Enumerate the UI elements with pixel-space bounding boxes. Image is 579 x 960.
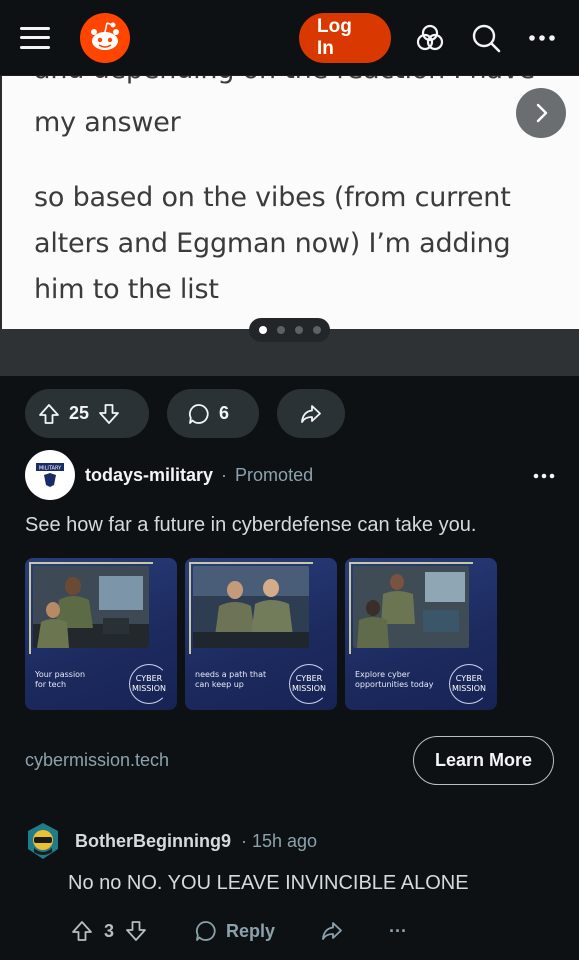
badge-text: CYBER <box>295 674 323 683</box>
cyber-mission-badge: CYBER MISSION <box>289 664 329 704</box>
comment-icon <box>188 403 209 424</box>
advertise-icon[interactable] <box>413 21 447 55</box>
comment-share-button[interactable] <box>319 919 345 943</box>
comment-username[interactable]: BotherBeginning9 <box>75 831 231 852</box>
downvote-icon[interactable] <box>124 919 148 943</box>
badge-text: MISSION <box>291 684 327 693</box>
carousel-slide: and depending on the reaction I have my … <box>2 76 579 329</box>
promo-more-options-icon[interactable] <box>533 466 555 484</box>
post-image-carousel[interactable]: and depending on the reaction I have my … <box>0 76 579 376</box>
carousel-dot[interactable] <box>276 326 285 334</box>
reddit-logo[interactable] <box>80 12 130 63</box>
promoted-post-title[interactable]: See how far a future in cyberdefense can… <box>25 514 476 537</box>
advertiser-avatar[interactable]: MILITARY <box>25 450 75 500</box>
comment-count: 6 <box>219 403 230 423</box>
carousel-dot[interactable] <box>312 326 321 334</box>
carousel-next-button[interactable] <box>516 88 566 138</box>
upvote-icon[interactable] <box>70 919 94 943</box>
promo-image-tile[interactable]: needs a path that can keep up CYBER MISS… <box>185 558 337 710</box>
user-avatar[interactable] <box>25 822 61 860</box>
promo-image-tile[interactable]: Explore cyber opportunities today CYBER … <box>345 558 497 710</box>
upvote-icon[interactable] <box>37 402 61 426</box>
badge-text: MISSION <box>131 684 167 693</box>
comment-action-bar: 3 Reply ··· <box>70 912 407 950</box>
tile-caption-line: opportunities today <box>355 680 434 689</box>
tile-caption-line: can keep up <box>195 680 244 689</box>
tile-photo <box>353 566 469 648</box>
todays-military-logo: MILITARY <box>36 463 64 487</box>
comment-more-label: ··· <box>389 920 408 941</box>
carousel-dot[interactable] <box>294 326 303 334</box>
carousel-pagination[interactable] <box>249 318 330 342</box>
advertiser-name[interactable]: todays-military <box>85 465 213 486</box>
slide-text-line: so based on the vibes (from current <box>34 182 511 213</box>
reply-label: Reply <box>226 920 276 941</box>
tile-photo <box>193 566 309 648</box>
share-icon <box>322 922 342 940</box>
chevron-right-icon <box>536 103 548 123</box>
comment-vote-count: 3 <box>104 920 115 941</box>
promoted-post-header: MILITARY todays-military · Promoted <box>25 450 555 500</box>
comment-header: BotherBeginning9 · 15h ago <box>25 822 317 860</box>
share-icon <box>301 404 321 423</box>
slide-text-line: and depending on the reaction I have <box>34 76 535 85</box>
login-button[interactable]: Log In <box>299 12 391 63</box>
menu-icon[interactable] <box>20 26 50 49</box>
comment-icon <box>195 921 216 941</box>
reply-button[interactable]: Reply <box>194 919 275 943</box>
svg-text:MILITARY: MILITARY <box>39 466 62 472</box>
vote-count: 25 <box>69 403 90 423</box>
comment-more-icon[interactable]: ··· <box>389 921 407 942</box>
tile-photo <box>33 566 149 648</box>
slide-text-line: my answer <box>34 107 181 138</box>
comments-button[interactable]: 6 <box>167 389 259 438</box>
comment-vote-control: 3 <box>70 919 148 943</box>
slide-text-line: alters and Eggman now) I’m adding <box>34 228 511 259</box>
comment-timestamp: · 15h ago <box>241 830 318 851</box>
comment-body: No no NO. YOU LEAVE INVINCIBLE ALONE <box>68 872 469 894</box>
snoo-icon <box>91 21 119 50</box>
vote-control: 25 <box>25 389 149 438</box>
badge-text: CYBER <box>455 674 483 683</box>
tile-caption: Explore cyber opportunities today <box>355 670 433 690</box>
tile-caption: Your passion for tech <box>35 670 85 690</box>
search-icon[interactable] <box>469 21 503 55</box>
tile-caption: needs a path that can keep up <box>195 670 266 690</box>
promo-image-tile[interactable]: Your passion for tech CYBER MISSION <box>25 558 177 710</box>
cyber-mission-badge: CYBER MISSION <box>129 664 169 704</box>
tile-caption-line: Your passion <box>35 670 86 679</box>
badge-text: CYBER <box>135 674 163 683</box>
post-action-bar: 25 6 <box>25 389 345 438</box>
cyber-mission-badge: CYBER MISSION <box>449 664 489 704</box>
tile-caption-line: for tech <box>35 680 67 689</box>
tile-caption-line: needs a path that <box>195 670 267 679</box>
share-button[interactable] <box>277 389 345 438</box>
promoted-label: Promoted <box>235 464 314 485</box>
promo-domain-link[interactable]: cybermission.tech <box>25 750 169 771</box>
top-nav-bar: Log In <box>0 0 579 76</box>
slide-text-line: him to the list <box>34 274 219 305</box>
learn-more-button[interactable]: Learn More <box>413 736 554 785</box>
badge-text: MISSION <box>451 684 487 693</box>
downvote-icon[interactable] <box>97 402 121 426</box>
carousel-dot[interactable] <box>258 326 267 334</box>
more-icon[interactable] <box>525 21 559 55</box>
tile-caption-line: Explore cyber <box>355 670 410 679</box>
promoted-separator: · <box>221 464 228 485</box>
promo-image-gallery: Your passion for tech CYBER MISSION need… <box>25 558 497 710</box>
